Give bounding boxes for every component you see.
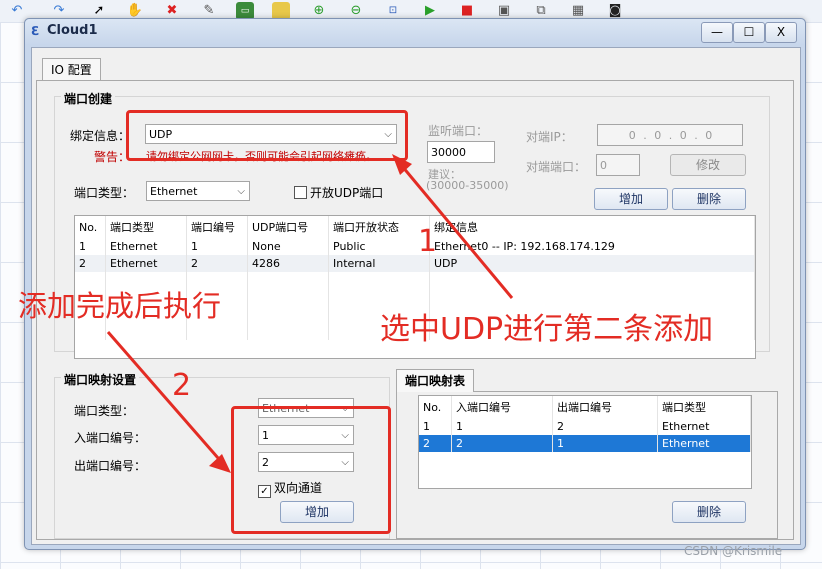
arrow-line-2	[106, 331, 227, 467]
annotation-text-1: 选中UDP进行第二条添加	[380, 312, 714, 347]
arrow-head-1	[392, 154, 412, 175]
arrow-head-2	[209, 454, 231, 473]
annotation-text-2: 添加完成后执行	[18, 289, 222, 323]
watermark: CSDN @Krismile	[684, 544, 783, 558]
arrow-line-1	[395, 159, 514, 299]
annotation-step-2: 2	[172, 368, 192, 403]
annotation-step-1: 1	[418, 224, 438, 259]
